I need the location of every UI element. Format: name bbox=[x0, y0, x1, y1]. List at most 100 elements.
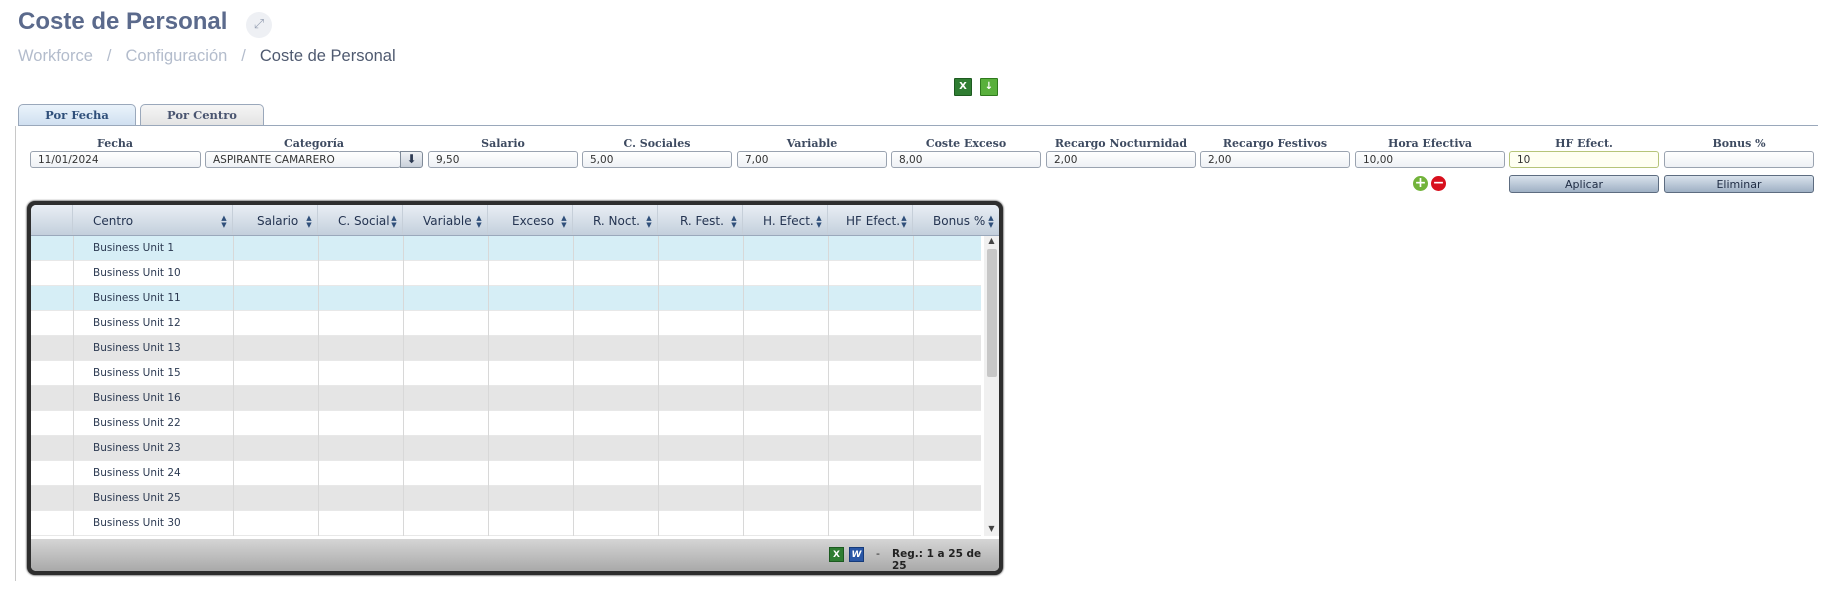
fecha-input[interactable]: 11/01/2024 bbox=[30, 151, 201, 168]
col-divider bbox=[233, 236, 234, 536]
label-coste-exceso: Coste Exceso bbox=[925, 137, 1007, 150]
breadcrumb-configuracion[interactable]: Configuración bbox=[125, 47, 227, 65]
col-r-noct[interactable]: R. Noct. ▲ ▼ bbox=[573, 205, 658, 235]
col-r-fest-label: R. Fest. bbox=[680, 214, 724, 228]
col-handle bbox=[31, 205, 73, 235]
grid-header: Centro ▲ ▼ Salario ▲ ▼ C. Social ▲ ▼ Variab… bbox=[31, 205, 999, 236]
sort-icon[interactable]: ▲ ▼ bbox=[986, 215, 996, 229]
table-row[interactable]: Business Unit 24 bbox=[31, 461, 981, 486]
col-hf-efect[interactable]: HF Efect. ▲ ▼ bbox=[828, 205, 913, 235]
excel-export-icon[interactable]: X bbox=[829, 547, 844, 562]
table-row[interactable]: Business Unit 25 bbox=[31, 486, 981, 511]
cell-centro: Business Unit 25 bbox=[93, 492, 181, 504]
sort-icon[interactable]: ▲ ▼ bbox=[389, 215, 399, 229]
cell-centro: Business Unit 13 bbox=[93, 342, 181, 354]
label-hf-efect: HF Efect. bbox=[1555, 137, 1613, 150]
sort-icon[interactable]: ▲ ▼ bbox=[304, 215, 314, 229]
table-row[interactable]: Business Unit 23 bbox=[31, 436, 981, 461]
table-row[interactable]: Business Unit 1 bbox=[31, 236, 981, 261]
remove-icon[interactable]: − bbox=[1431, 176, 1446, 191]
col-variable[interactable]: Variable ▲ ▼ bbox=[403, 205, 488, 235]
col-divider bbox=[573, 236, 574, 536]
vertical-scrollbar[interactable]: ▲ ▼ bbox=[984, 236, 999, 536]
coste-exceso-input[interactable]: 8,00 bbox=[891, 151, 1041, 168]
record-count: Reg.: 1 a 25 de 25 bbox=[892, 548, 982, 571]
c-sociales-input[interactable]: 5,00 bbox=[582, 151, 732, 168]
table-row[interactable]: Business Unit 10 bbox=[31, 261, 981, 286]
col-divider bbox=[403, 236, 404, 536]
breadcrumb: Workforce / Configuración / Coste de Persona… bbox=[18, 47, 396, 66]
sort-icon[interactable]: ▲ ▼ bbox=[899, 215, 909, 229]
table-row[interactable]: Business Unit 16 bbox=[31, 386, 981, 411]
scroll-down-icon[interactable]: ▼ bbox=[984, 524, 999, 536]
table-row[interactable]: Business Unit 15 bbox=[31, 361, 981, 386]
categoria-select[interactable]: ASPIRANTE CAMARERO bbox=[205, 151, 401, 168]
scroll-up-icon[interactable]: ▲ bbox=[984, 236, 999, 248]
col-r-fest[interactable]: R. Fest. ▲ ▼ bbox=[658, 205, 743, 235]
table-row[interactable]: Business Unit 30 bbox=[31, 511, 981, 536]
col-c-social[interactable]: C. Social ▲ ▼ bbox=[318, 205, 403, 235]
label-bonus: Bonus % bbox=[1712, 137, 1766, 150]
sort-icon[interactable]: ▲ ▼ bbox=[644, 215, 654, 229]
sort-icon[interactable]: ▲ ▼ bbox=[474, 215, 484, 229]
bonus-input[interactable] bbox=[1664, 151, 1814, 168]
scroll-thumb[interactable] bbox=[987, 249, 997, 377]
excel-export-icon[interactable]: X bbox=[954, 78, 972, 96]
label-variable: Variable bbox=[786, 137, 838, 150]
sort-icon[interactable]: ▲ ▼ bbox=[559, 215, 569, 229]
delete-button[interactable]: Eliminar bbox=[1664, 175, 1814, 193]
expand-icon[interactable]: ⤢ bbox=[246, 12, 272, 38]
footer-separator: - bbox=[876, 547, 880, 560]
sort-icon[interactable]: ▲ ▼ bbox=[814, 215, 824, 229]
col-centro[interactable]: Centro ▲ ▼ bbox=[73, 205, 233, 235]
page-title: Coste de Personal bbox=[18, 8, 228, 35]
recargo-nocturnidad-input[interactable]: 2,00 bbox=[1046, 151, 1196, 168]
breadcrumb-workforce[interactable]: Workforce bbox=[18, 47, 93, 65]
recargo-festivos-input[interactable]: 2,00 bbox=[1200, 151, 1350, 168]
grid-body: Business Unit 1 Business Unit 10 Busines… bbox=[31, 236, 981, 536]
col-exceso[interactable]: Exceso ▲ ▼ bbox=[488, 205, 573, 235]
table-row[interactable]: Business Unit 22 bbox=[31, 411, 981, 436]
cell-centro: Business Unit 30 bbox=[93, 517, 181, 529]
col-divider bbox=[913, 236, 914, 536]
hora-efectiva-input[interactable]: 10,00 bbox=[1355, 151, 1505, 168]
col-hf-efect-label: HF Efect. bbox=[846, 214, 901, 228]
col-exceso-label: Exceso bbox=[512, 214, 555, 228]
hf-efect-input[interactable]: 10 bbox=[1509, 151, 1659, 168]
col-variable-label: Variable bbox=[423, 214, 472, 228]
add-icon[interactable]: + bbox=[1413, 176, 1428, 191]
cell-centro: Business Unit 11 bbox=[93, 292, 181, 304]
variable-input[interactable]: 7,00 bbox=[737, 151, 887, 168]
table-row[interactable]: Business Unit 13 bbox=[31, 336, 981, 361]
table-row[interactable]: Business Unit 11 bbox=[31, 286, 981, 311]
col-bonus-label: Bonus % bbox=[933, 214, 986, 228]
col-bonus[interactable]: Bonus % ▲ ▼ bbox=[913, 205, 999, 235]
label-recargo-nocturnidad: Recargo Nocturnidad bbox=[1054, 137, 1188, 150]
label-categoria: Categoría bbox=[283, 137, 345, 150]
word-export-icon[interactable]: W bbox=[849, 547, 864, 562]
col-divider bbox=[658, 236, 659, 536]
data-grid: Centro ▲ ▼ Salario ▲ ▼ C. Social ▲ ▼ Variab… bbox=[27, 201, 1003, 575]
apply-button[interactable]: Aplicar bbox=[1509, 175, 1659, 193]
col-salario[interactable]: Salario ▲ ▼ bbox=[233, 205, 318, 235]
col-divider bbox=[828, 236, 829, 536]
col-c-social-label: C. Social bbox=[338, 214, 390, 228]
col-salario-label: Salario bbox=[257, 214, 299, 228]
col-h-efect[interactable]: H. Efect. ▲ ▼ bbox=[743, 205, 828, 235]
tab-por-fecha[interactable]: Por Fecha bbox=[18, 104, 136, 126]
sort-icon[interactable]: ▲ ▼ bbox=[729, 215, 739, 229]
col-centro-label: Centro bbox=[93, 214, 134, 228]
download-icon[interactable]: ↓ bbox=[980, 78, 998, 96]
table-row[interactable]: Business Unit 12 bbox=[31, 311, 981, 336]
label-salario: Salario bbox=[481, 137, 525, 150]
cell-centro: Business Unit 12 bbox=[93, 317, 181, 329]
col-divider bbox=[488, 236, 489, 536]
cell-centro: Business Unit 22 bbox=[93, 417, 181, 429]
label-fecha: Fecha bbox=[96, 137, 134, 150]
salario-input[interactable]: 9,50 bbox=[428, 151, 578, 168]
dropdown-arrow-icon[interactable]: ⬇ bbox=[400, 151, 423, 168]
sort-icon[interactable]: ▲ ▼ bbox=[219, 215, 229, 229]
col-divider bbox=[73, 236, 74, 536]
tab-por-centro[interactable]: Por Centro bbox=[140, 104, 264, 126]
grid-footer: X W - Reg.: 1 a 25 de 25 bbox=[31, 539, 999, 571]
